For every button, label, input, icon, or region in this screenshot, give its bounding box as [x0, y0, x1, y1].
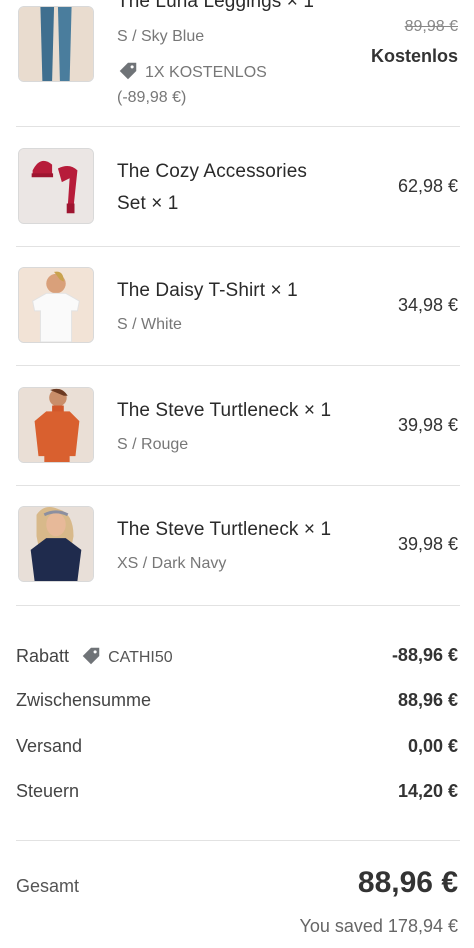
item-price: 62,98 €	[397, 176, 458, 196]
shipping-row: Versand 0,00 €	[16, 736, 458, 764]
line-item-luna-leggings: The Luna Leggings × 1 S / Sky Blue 1X KO…	[0, 0, 474, 127]
total-value: 88,96 €	[357, 866, 458, 899]
divider	[16, 840, 460, 841]
line-item-daisy-tshirt: The Daisy T-Shirt × 1 S / White 34,98 €	[0, 246, 474, 366]
item-title: The Daisy T-Shirt × 1	[117, 280, 298, 301]
line-item-cozy-accessories: The Cozy Accessories Set × 1 62,98 €	[0, 127, 474, 246]
total-label: Gesamt	[16, 876, 80, 896]
item-price: 39,98 €	[397, 415, 458, 435]
tag-icon	[80, 645, 102, 667]
item-price: Kostenlos	[370, 46, 458, 66]
original-price: 89,98 €	[404, 18, 458, 35]
item-price: 34,98 €	[397, 295, 458, 315]
item-title-line1: The Cozy Accessories	[117, 161, 307, 182]
free-item-promo: 1X KOSTENLOS (-89,98 €)	[117, 60, 267, 110]
product-image-leggings	[18, 6, 94, 82]
line-item-turtleneck-navy: The Steve Turtleneck × 1 XS / Dark Navy …	[0, 485, 474, 605]
item-variant: XS / Dark Navy	[117, 555, 227, 572]
taxes-label: Steuern	[16, 781, 80, 801]
discount-row: Rabatt CATHI50 -88,96 €	[16, 645, 458, 673]
item-title: The Steve Turtleneck × 1	[117, 400, 332, 421]
item-variant: S / Rouge	[117, 436, 189, 453]
tag-icon	[117, 60, 139, 82]
product-image-tshirt	[18, 267, 94, 343]
shipping-label: Versand	[16, 736, 83, 756]
product-image-turtleneck-navy	[18, 506, 94, 582]
discount-value: -88,96 €	[391, 645, 458, 665]
item-variant: S / Sky Blue	[117, 28, 205, 45]
discount-label: Rabatt CATHI50	[16, 645, 173, 667]
shipping-value: 0,00 €	[407, 736, 458, 756]
promo-label: 1X KOSTENLOS	[145, 64, 267, 81]
subtotal-value: 88,96 €	[397, 690, 458, 710]
line-item-turtleneck-rouge: The Steve Turtleneck × 1 S / Rouge 39,98…	[0, 366, 474, 485]
product-image-turtleneck-rouge	[18, 387, 94, 463]
subtotal-row: Zwischensumme 88,96 €	[16, 690, 458, 718]
divider	[16, 605, 460, 606]
product-image-accessories	[18, 148, 94, 224]
subtotal-label: Zwischensumme	[16, 690, 152, 710]
discount-label-text: Rabatt	[16, 646, 70, 666]
item-price: 39,98 €	[397, 534, 458, 554]
promo-amount: (-89,98 €)	[117, 89, 187, 106]
taxes-value: 14,20 €	[397, 781, 458, 801]
savings-text: You saved 178,94 €	[299, 916, 458, 936]
item-title-line2: Set × 1	[117, 193, 179, 214]
item-title: The Luna Leggings × 1	[117, 0, 315, 12]
item-title: The Steve Turtleneck × 1	[117, 519, 332, 540]
item-variant: S / White	[117, 316, 182, 333]
discount-code: CATHI50	[108, 649, 173, 666]
taxes-row: Steuern 14,20 €	[16, 781, 458, 809]
